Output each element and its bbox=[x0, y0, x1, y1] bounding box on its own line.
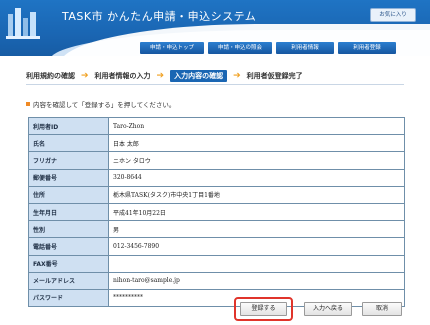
field-label-birthdate: 生年月日 bbox=[28, 202, 109, 222]
step-arrow-icon: ➔ bbox=[81, 71, 89, 81]
field-label-fax: FAX番号 bbox=[28, 254, 109, 273]
progress-steps: 利用規約の確認 ➔ 利用者情報の入力 ➔ 入力内容の確認 ➔ 利用者仮登録完了 bbox=[26, 70, 303, 82]
field-value-furigana: ニホン タロウ bbox=[108, 151, 405, 170]
table-row: FAX番号 bbox=[28, 254, 405, 273]
field-label-name: 氏名 bbox=[28, 134, 109, 153]
nav-bar: 申請・申込トップ 申請・申込の照会 利用者情報 利用者登録 bbox=[140, 42, 397, 54]
field-label-furigana: フリガナ bbox=[28, 151, 109, 170]
table-row: フリガナ ニホン タロウ bbox=[28, 151, 405, 170]
table-row: 性別 男 bbox=[28, 220, 405, 239]
field-label-address: 住所 bbox=[28, 185, 109, 204]
favorite-button[interactable]: お気に入り bbox=[370, 8, 416, 22]
field-value-postal-code: 320-8644 bbox=[108, 168, 405, 187]
field-label-gender: 性別 bbox=[28, 220, 109, 239]
table-row: メールアドレス nihon-taro@sample.jp bbox=[28, 271, 405, 290]
step-arrow-icon: ➔ bbox=[156, 71, 165, 81]
field-value-fax bbox=[108, 254, 405, 273]
nav-item-user-info[interactable]: 利用者情報 bbox=[276, 42, 335, 54]
register-button[interactable]: 登録する bbox=[240, 302, 287, 316]
table-row: 利用者ID Taro-Zhon bbox=[28, 116, 405, 136]
app-title: TASK市 かんたん申請・申込システム bbox=[62, 10, 257, 23]
step-arrow-icon: ➔ bbox=[233, 71, 241, 81]
app-header: TASK市 かんたん申請・申込システム お気に入り 申請・申込トップ 申請・申込… bbox=[0, 0, 430, 56]
city-logo-icon bbox=[6, 8, 40, 39]
field-label-postal-code: 郵便番号 bbox=[28, 168, 109, 187]
table-row: 住所 栃木県TASK(タスク)市中央1丁目1番地 bbox=[28, 185, 405, 204]
field-value-user-id: Taro-Zhon bbox=[108, 116, 405, 136]
field-value-birthdate: 平成41年10月22日 bbox=[108, 202, 405, 222]
nav-item-inquiry[interactable]: 申請・申込の照会 bbox=[208, 42, 273, 54]
back-to-input-button[interactable]: 入力へ戻る bbox=[304, 302, 352, 316]
field-label-email: メールアドレス bbox=[28, 271, 109, 290]
bullet-icon bbox=[26, 102, 30, 106]
field-label-phone: 電話番号 bbox=[28, 237, 109, 256]
field-label-password: パスワード bbox=[28, 288, 109, 308]
cancel-button[interactable]: 取消 bbox=[362, 302, 402, 316]
nav-item-top[interactable]: 申請・申込トップ bbox=[140, 42, 205, 54]
field-value-name: 日本 太郎 bbox=[108, 134, 405, 153]
step-input: 利用者情報の入力 bbox=[94, 72, 151, 80]
field-value-address: 栃木県TASK(タスク)市中央1丁目1番地 bbox=[108, 185, 405, 204]
instruction-text: 内容を確認して「登録する」を押してください。 bbox=[26, 99, 175, 109]
field-label-user-id: 利用者ID bbox=[28, 116, 109, 136]
steps-divider bbox=[26, 84, 404, 85]
confirmation-table: 利用者ID Taro-Zhon 氏名 日本 太郎 フリガナ ニホン タロウ 郵便… bbox=[28, 116, 405, 308]
nav-item-user-register[interactable]: 利用者登録 bbox=[338, 42, 397, 54]
field-value-email: nihon-taro@sample.jp bbox=[108, 271, 405, 290]
table-row: 生年月日 平成41年10月22日 bbox=[28, 202, 405, 222]
step-confirm-active: 入力内容の確認 bbox=[170, 70, 228, 82]
table-row: 電話番号 012-3456-7890 bbox=[28, 237, 405, 256]
table-row: 氏名 日本 太郎 bbox=[28, 134, 405, 153]
field-value-phone: 012-3456-7890 bbox=[108, 237, 405, 256]
table-row: 郵便番号 320-8644 bbox=[28, 168, 405, 187]
step-terms: 利用規約の確認 bbox=[26, 72, 75, 80]
field-value-gender: 男 bbox=[108, 220, 405, 239]
step-complete: 利用者仮登録完了 bbox=[246, 72, 303, 80]
instruction-label: 内容を確認して「登録する」を押してください。 bbox=[33, 101, 176, 109]
